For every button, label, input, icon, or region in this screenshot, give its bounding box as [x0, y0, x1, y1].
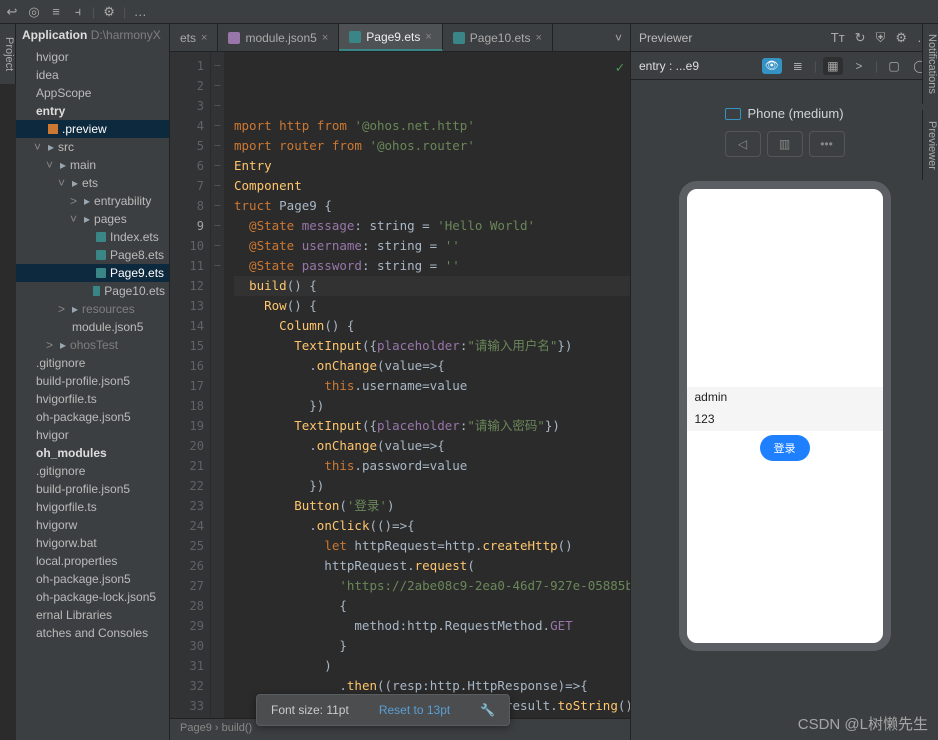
tree-item-build-profile-json5[interactable]: build-profile.json5 — [16, 480, 169, 498]
tab-page9-ets[interactable]: Page9.ets× — [339, 24, 442, 51]
nav-more-button[interactable]: ••• — [809, 131, 845, 157]
tree-item-oh-package-json5[interactable]: oh-package.json5 — [16, 570, 169, 588]
tree-item-page9-ets[interactable]: Page9.ets — [16, 264, 169, 282]
tree-item-entry[interactable]: entry — [16, 102, 169, 120]
tree-item-ohostest[interactable]: >▸ohosTest — [16, 336, 169, 354]
watermark: CSDN @L树懒先生 — [798, 713, 928, 734]
tree-item-pages[interactable]: ˅▸pages — [16, 210, 169, 228]
fold-gutter[interactable]: ––––––––––– — [210, 52, 224, 718]
tree-item-oh-package-lock-json5[interactable]: oh-package-lock.json5 — [16, 588, 169, 606]
tree-item-local-properties[interactable]: local.properties — [16, 552, 169, 570]
target-icon[interactable]: ◎ — [26, 4, 42, 20]
nav-back-button[interactable]: ◁ — [725, 131, 761, 157]
wrench-icon[interactable]: 🔧 — [480, 703, 495, 717]
device-label: Phone (medium) — [631, 80, 938, 131]
editor-gutter: 1234567891011121314151617181920212223242… — [170, 52, 210, 718]
bug-icon[interactable]: ⛨ — [876, 30, 886, 46]
close-icon[interactable]: × — [322, 32, 328, 44]
tree-item-module-json5[interactable]: module.json5 — [16, 318, 169, 336]
close-icon[interactable]: × — [425, 31, 431, 43]
check-icon: ✓ — [616, 58, 624, 78]
tree-item-hvigorw[interactable]: hvigorw — [16, 516, 169, 534]
tree-item-main[interactable]: ˅▸main — [16, 156, 169, 174]
tree-item-index-ets[interactable]: Index.ets — [16, 228, 169, 246]
project-panel: Application D:\harmonyX hvigorideaAppSco… — [16, 24, 170, 740]
split-icon[interactable]: ⫞ — [70, 4, 86, 20]
password-input[interactable]: 123 — [687, 409, 883, 431]
chevron-icon[interactable]: > — [849, 57, 869, 75]
reload-icon[interactable]: ↻ — [855, 30, 866, 46]
tab-module-json5[interactable]: module.json5× — [218, 24, 339, 51]
grid-icon[interactable]: ▦ — [823, 57, 843, 75]
tree-item-build-profile-json5[interactable]: build-profile.json5 — [16, 372, 169, 390]
collapse-icon[interactable]: ≡ — [48, 4, 64, 20]
tree-item-oh-package-json5[interactable]: oh-package.json5 — [16, 408, 169, 426]
tree-item-hvigor[interactable]: hvigor — [16, 48, 169, 66]
tab-page10-ets[interactable]: Page10.ets× — [443, 24, 553, 51]
eye-icon[interactable]: 👁 — [762, 58, 782, 74]
sidebar-tab-notifications[interactable]: Notifications — [922, 24, 938, 104]
more-icon[interactable]: … — [132, 4, 148, 20]
reset-font-link[interactable]: Reset to 13pt — [379, 703, 450, 717]
layers-icon[interactable]: ≣ — [788, 57, 808, 75]
settings-icon[interactable]: ⚙ — [101, 4, 117, 20]
tree-item--gitignore[interactable]: .gitignore — [16, 354, 169, 372]
tree-item-oh_modules[interactable]: oh_modules — [16, 444, 169, 462]
tree-item-atches-and-consoles[interactable]: atches and Consoles — [16, 624, 169, 642]
phone-icon — [725, 108, 741, 120]
font-size-label: Font size: 11pt — [271, 703, 349, 717]
editor-tabs: ets×module.json5×Page9.ets×Page10.ets× ˅ — [170, 24, 630, 52]
main-toolbar: ↩ ◎ ≡ ⫞ | ⚙ | … — [0, 0, 938, 24]
tree-item-hvigorfile-ts[interactable]: hvigorfile.ts — [16, 390, 169, 408]
tree-item-page8-ets[interactable]: Page8.ets — [16, 246, 169, 264]
text-size-icon[interactable]: Tт — [831, 30, 845, 45]
previewer-panel: Previewer Tт ↻ ⛨ ⚙ … entry : ...e9 👁 ≣ |… — [630, 24, 938, 740]
code-editor[interactable]: 1234567891011121314151617181920212223242… — [170, 52, 630, 718]
tree-item-hvigorw-bat[interactable]: hvigorw.bat — [16, 534, 169, 552]
nav-split-button[interactable]: ▥ — [767, 131, 803, 157]
back-icon[interactable]: ↩ — [4, 4, 20, 20]
login-button[interactable]: 登录 — [760, 435, 810, 461]
frame-icon[interactable]: ▢ — [884, 57, 904, 75]
tree-item-hvigor[interactable]: hvigor — [16, 426, 169, 444]
sidebar-tab-project[interactable]: Project — [0, 24, 16, 84]
tree-item-ets[interactable]: ˅▸ets — [16, 174, 169, 192]
close-icon[interactable]: × — [535, 32, 541, 44]
previewer-entry[interactable]: entry : ...e9 — [639, 59, 756, 73]
font-size-tooltip: Font size: 11pt Reset to 13pt 🔧 — [256, 694, 510, 726]
tree-item-src[interactable]: ˅▸src — [16, 138, 169, 156]
tree-item-idea[interactable]: idea — [16, 66, 169, 84]
tree-item-entryability[interactable]: >▸entryability — [16, 192, 169, 210]
tree-item-ernal-libraries[interactable]: ernal Libraries — [16, 606, 169, 624]
username-input[interactable]: admin — [687, 387, 883, 409]
tree-item-resources[interactable]: >▸resources — [16, 300, 169, 318]
previewer-title: Previewer — [639, 31, 821, 45]
device-frame: admin 123 登录 — [679, 181, 891, 651]
tabs-overflow-icon[interactable]: ˅ — [607, 31, 630, 45]
tree-item--gitignore[interactable]: .gitignore — [16, 462, 169, 480]
project-root[interactable]: Application D:\harmonyX — [16, 24, 169, 46]
sidebar-tab-previewer[interactable]: Previewer — [922, 110, 938, 180]
close-icon[interactable]: × — [201, 32, 207, 44]
settings-icon[interactable]: ⚙ — [895, 30, 907, 46]
tree-item--preview[interactable]: .preview — [16, 120, 169, 138]
tab-ets[interactable]: ets× — [170, 24, 218, 51]
tree-item-page10-ets[interactable]: Page10.ets — [16, 282, 169, 300]
tree-item-hvigorfile-ts[interactable]: hvigorfile.ts — [16, 498, 169, 516]
tree-item-appscope[interactable]: AppScope — [16, 84, 169, 102]
